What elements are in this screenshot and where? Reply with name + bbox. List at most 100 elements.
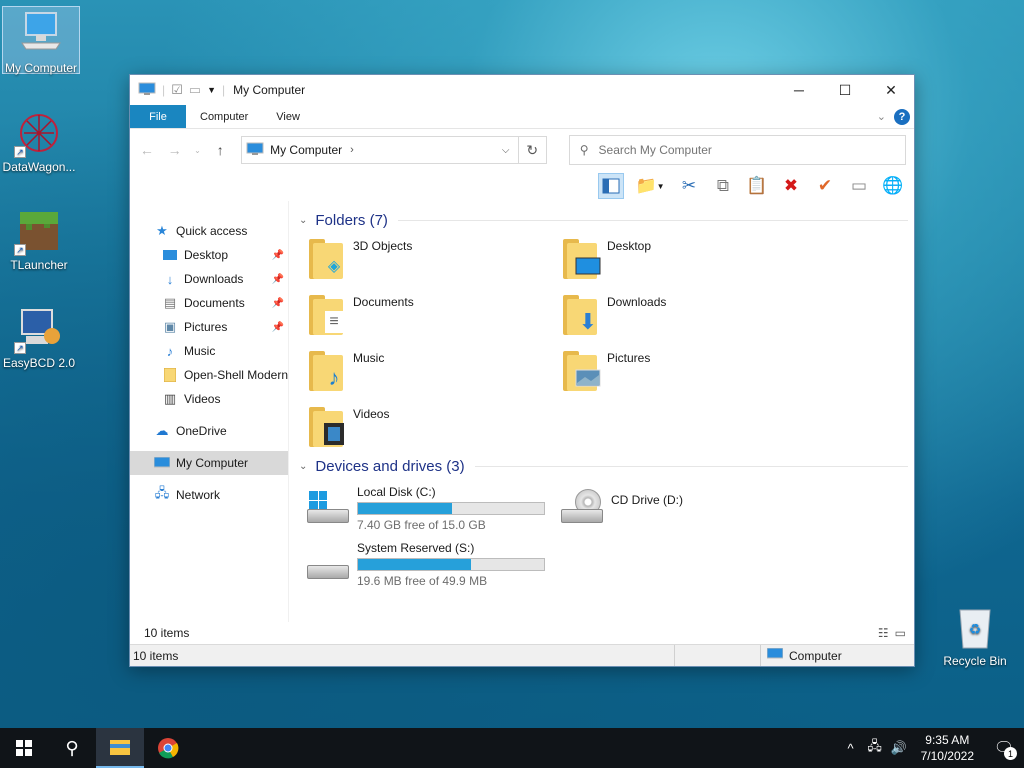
help-icon[interactable]: ? xyxy=(894,108,910,125)
search-button[interactable]: ⚲ xyxy=(48,728,96,768)
folder-documents[interactable]: ≡ Documents xyxy=(307,293,561,337)
desktop-icon-easybcd[interactable]: ↗ EasyBCD 2.0 xyxy=(0,300,78,370)
sidebar-item-my-computer[interactable]: My Computer xyxy=(130,451,288,475)
paste-icon[interactable]: 📋 xyxy=(744,173,770,199)
breadcrumb-my-computer[interactable]: My Computer xyxy=(270,143,342,157)
sidebar-item-label: Music xyxy=(184,344,216,358)
forward-button[interactable]: → xyxy=(166,142,184,158)
new-folder-icon[interactable]: ▭ xyxy=(189,82,201,98)
new-folder-button[interactable]: 📁 ▼ xyxy=(632,173,668,199)
checkmark-icon[interactable]: ✔ xyxy=(812,173,838,199)
show-hidden-icons-chevron-icon[interactable]: ^ xyxy=(839,741,863,756)
folders-group-header[interactable]: ⌄ Folders (7) xyxy=(295,209,908,231)
address-dropdown-icon[interactable]: ⌵ xyxy=(494,145,518,156)
folder-downloads[interactable]: ⬇ Downloads xyxy=(561,293,815,337)
tab-computer[interactable]: Computer xyxy=(186,105,262,128)
sidebar-item-pictures[interactable]: ▣ Pictures 📌 xyxy=(130,315,288,339)
folder-music[interactable]: ♪ Music xyxy=(307,349,561,393)
clock[interactable]: 9:35 AM 7/10/2022 xyxy=(911,732,984,764)
collapse-chevron-icon[interactable]: ⌄ xyxy=(299,215,307,226)
collapse-chevron-icon[interactable]: ⌄ xyxy=(299,461,307,472)
sidebar-item-videos[interactable]: ▥ Videos xyxy=(130,387,288,411)
pictures-folder-icon xyxy=(561,349,601,393)
rename-icon[interactable]: ▭ xyxy=(846,173,872,199)
details-view-icon[interactable]: ☷ xyxy=(878,626,889,640)
copy-icon[interactable]: ⧉ xyxy=(710,173,736,199)
customize-qa-chevron-icon[interactable]: ▼ xyxy=(207,85,216,95)
recycle-bin-icon: ♻ xyxy=(952,604,998,650)
drive-usage-bar xyxy=(357,502,545,515)
folder-pictures[interactable]: Pictures xyxy=(561,349,815,393)
drive-usage-bar xyxy=(357,558,545,571)
folder-3d-objects[interactable]: ◈ 3D Objects xyxy=(307,237,561,281)
clock-date: 7/10/2022 xyxy=(920,749,974,763)
search-box[interactable]: ⚲ xyxy=(568,135,906,165)
folder-videos[interactable]: Videos xyxy=(307,405,561,449)
search-input[interactable] xyxy=(598,143,879,157)
sidebar-item-open-shell[interactable]: Open-Shell Modern xyxy=(130,363,288,387)
folder-label: Downloads xyxy=(607,295,667,309)
pin-icon[interactable]: 📌 xyxy=(272,322,284,333)
desktop-icon xyxy=(162,247,178,263)
navigation-pane-button[interactable] xyxy=(598,173,624,199)
drive-system-reserved-s[interactable]: System Reserved (S:) 19.6 MB free of 49.… xyxy=(305,541,559,589)
tab-file[interactable]: File xyxy=(130,105,186,128)
pin-icon[interactable]: 📌 xyxy=(272,298,284,309)
volume-icon[interactable]: 🔊 xyxy=(887,740,911,756)
start-button[interactable] xyxy=(0,728,48,768)
close-button[interactable]: ✕ xyxy=(868,75,914,105)
properties-icon[interactable]: ☑ xyxy=(171,82,183,98)
recent-locations-chevron-icon[interactable]: ⌄ xyxy=(193,146,201,155)
desktop-icon-datawagon[interactable]: ↗ DataWagon... xyxy=(0,104,78,174)
shortcut-arrow-icon: ↗ xyxy=(14,244,26,256)
file-list: ⌄ Folders (7) ◈ 3D Objects Desktop ≡ Doc… xyxy=(288,201,914,622)
desktop-icon-my-computer[interactable]: My Computer xyxy=(2,6,80,75)
title-bar[interactable]: | ☑ ▭ ▼ | My Computer ─ ☐ ✕ xyxy=(130,75,914,105)
back-button[interactable]: ← xyxy=(138,142,156,158)
up-button[interactable]: ↑ xyxy=(211,142,229,158)
expand-ribbon-chevron-icon[interactable]: ⌄ xyxy=(877,110,886,123)
pin-icon[interactable]: 📌 xyxy=(272,250,284,261)
globe-icon[interactable]: 🌐 xyxy=(880,173,906,199)
minimize-button[interactable]: ─ xyxy=(776,75,822,105)
drive-free-space: 19.6 MB free of 49.9 MB xyxy=(357,574,488,588)
sidebar-item-music[interactable]: ♪ Music xyxy=(130,339,288,363)
drive-cd-d[interactable]: CD Drive (D:) xyxy=(559,485,813,533)
delete-icon[interactable]: ✖ xyxy=(778,173,804,199)
address-bar[interactable]: My Computer › ⌵ ↻ xyxy=(241,136,547,164)
cut-icon[interactable]: ✂ xyxy=(676,173,702,199)
ribbon-tabs: File Computer View ⌄ ? xyxy=(130,105,914,129)
tab-view[interactable]: View xyxy=(262,105,314,128)
devices-group-header[interactable]: ⌄ Devices and drives (3) xyxy=(295,455,908,477)
refresh-button[interactable]: ↻ xyxy=(517,137,546,163)
sidebar-item-label: Open-Shell Modern xyxy=(183,368,288,382)
large-icons-view-icon[interactable]: ▭ xyxy=(895,626,906,640)
search-icon: ⚲ xyxy=(579,143,589,157)
desktop-icon-tlauncher[interactable]: ↗ TLauncher xyxy=(0,202,78,272)
network-icon[interactable]: 🖧 xyxy=(863,737,887,759)
folder-desktop[interactable]: Desktop xyxy=(561,237,815,281)
action-center-button[interactable]: 🗨 1 xyxy=(984,728,1024,768)
pin-icon[interactable]: 📌 xyxy=(272,274,284,285)
sidebar-item-network[interactable]: 🖧 Network xyxy=(130,483,288,507)
cloud-icon: ☁ xyxy=(155,423,169,438)
document-icon: ▤ xyxy=(163,295,177,310)
folder-label: Desktop xyxy=(607,239,652,253)
sidebar-item-desktop[interactable]: Desktop 📌 xyxy=(130,243,288,267)
taskbar-chrome[interactable] xyxy=(144,728,192,768)
maximize-button[interactable]: ☐ xyxy=(822,75,868,105)
drive-name: Local Disk (C:) xyxy=(357,485,436,499)
computer-icon xyxy=(246,142,264,159)
sidebar-item-label: Desktop xyxy=(184,248,229,262)
desktop-icon-recycle-bin[interactable]: ♻ Recycle Bin xyxy=(936,598,1014,668)
drive-local-disk-c[interactable]: Local Disk (C:) 7.40 GB free of 15.0 GB xyxy=(305,485,559,533)
sidebar-item-downloads[interactable]: ↓ Downloads 📌 xyxy=(130,267,288,291)
windows-logo-icon xyxy=(309,491,327,509)
sidebar-item-quick-access[interactable]: ★ Quick access xyxy=(130,219,288,243)
sidebar-item-onedrive[interactable]: ☁ OneDrive xyxy=(130,419,288,443)
clock-time: 9:35 AM xyxy=(925,733,970,747)
sidebar-item-documents[interactable]: ▤ Documents 📌 xyxy=(130,291,288,315)
breadcrumb-chevron-icon[interactable]: › xyxy=(350,144,354,156)
taskbar-file-explorer[interactable] xyxy=(96,728,144,768)
desktop-icon-label: TLauncher xyxy=(10,258,68,272)
